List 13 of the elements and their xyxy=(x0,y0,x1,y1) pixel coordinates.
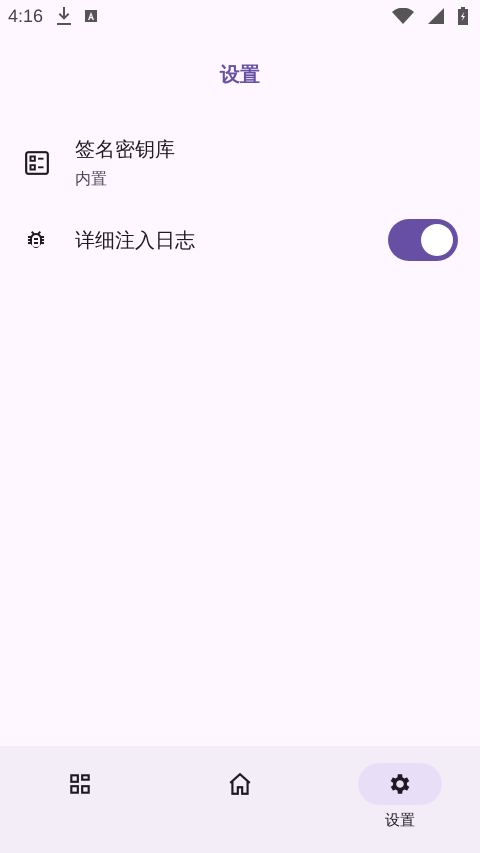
signal-icon xyxy=(428,8,444,24)
app-notification-icon xyxy=(85,10,98,22)
page-title: 设置 xyxy=(220,60,260,88)
list-card-icon xyxy=(24,150,50,176)
setting-title: 详细注入日志 xyxy=(75,226,196,254)
wifi-icon xyxy=(392,8,414,24)
setting-subtitle: 内置 xyxy=(75,169,108,190)
download-icon xyxy=(57,7,72,25)
setting-title: 签名密钥库 xyxy=(75,136,176,163)
home-icon xyxy=(227,771,253,797)
toggle-switch[interactable] xyxy=(388,219,458,261)
battery-icon xyxy=(458,7,468,25)
status-time: 4:16 xyxy=(8,6,44,26)
